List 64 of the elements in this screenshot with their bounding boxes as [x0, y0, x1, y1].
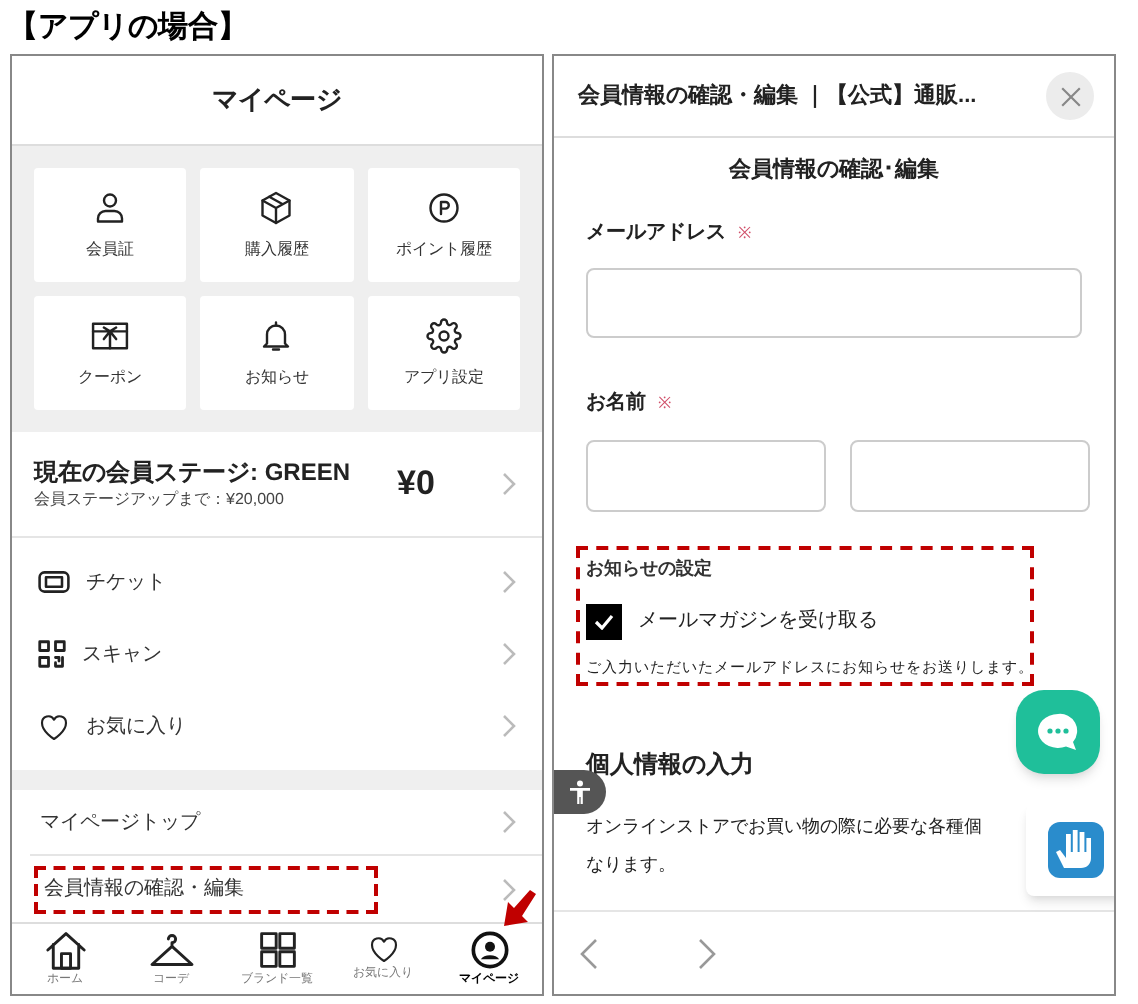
menu-tile[interactable]: クーポン: [34, 296, 187, 410]
menu-link[interactable]: 会員情報の確認・編集: [34, 865, 378, 914]
menu-row[interactable]: スキャン: [12, 618, 542, 690]
field-label: メールアドレス: [586, 220, 726, 248]
accessibility-icon: [568, 780, 592, 804]
chat-button[interactable]: [1016, 690, 1100, 774]
menu-tile[interactable]: お知らせ: [200, 296, 354, 410]
stage-row[interactable]: 現在の会員ステージ: GREEN 会員ステージアップまで：¥20,000 ¥0: [12, 432, 542, 538]
first-name-field[interactable]: [850, 440, 1090, 512]
page-caption: 【アプリの場合】: [8, 10, 248, 44]
bell-icon: [258, 317, 295, 353]
hanger-icon: [147, 929, 195, 969]
coupon-icon: [90, 317, 131, 353]
menu-row[interactable]: チケット: [12, 546, 542, 618]
chat-bubble-icon: [1036, 712, 1080, 752]
chevron-right-icon: [502, 570, 516, 594]
menu-label: お気に入り: [86, 713, 186, 741]
box-icon: [258, 189, 295, 225]
user-icon: [469, 929, 509, 969]
body-text: なります。: [586, 852, 678, 879]
menu-tile[interactable]: 会員証: [34, 168, 187, 282]
point-icon: [425, 189, 462, 225]
stage-title: 現在の会員ステージ: GREEN: [34, 458, 351, 488]
checkbox-label: メールマガジンを受け取る: [638, 607, 878, 636]
hand-badge[interactable]: [1026, 804, 1114, 896]
grid-icon: [257, 929, 297, 969]
stage-subtitle: 会員ステージアップまで：¥20,000: [34, 488, 286, 510]
person-icon: [92, 189, 129, 225]
chevron-right-icon: [502, 810, 516, 835]
menu-tile[interactable]: 購入履歴: [200, 168, 354, 282]
screen-title: マイページ: [212, 82, 342, 119]
menu-tile[interactable]: アプリ設定: [367, 296, 520, 410]
required-mark: ※: [658, 391, 672, 415]
heart-icon: [38, 711, 70, 741]
checkmark-icon: [594, 613, 614, 629]
home-icon: [43, 929, 87, 969]
close-icon: [1059, 85, 1081, 107]
back-button[interactable]: [578, 937, 598, 969]
menu-label: チケット: [86, 569, 166, 597]
forward-button[interactable]: [698, 937, 718, 969]
chevron-right-icon: [502, 877, 516, 902]
point-amount: ¥0: [397, 462, 435, 507]
page-title: 会員情報の確認・編集 ｜【公式】通販...: [578, 81, 977, 112]
email-field[interactable]: [586, 268, 1082, 338]
chevron-right-icon: [502, 714, 516, 738]
menu-label: スキャン: [82, 641, 162, 669]
field-label: お名前: [586, 389, 646, 418]
ticket-icon: [38, 570, 70, 594]
body-text: オンラインストアでお買い物の際に必要な各種個: [586, 813, 984, 840]
gear-icon: [425, 317, 462, 353]
heart-icon: [367, 934, 399, 964]
checkbox[interactable]: [586, 603, 622, 639]
form-heading: 会員情報の確認･編集: [729, 158, 939, 182]
section-label: お知らせの設定: [586, 556, 714, 582]
chevron-right-icon: [502, 472, 516, 496]
required-mark: ※: [738, 221, 752, 245]
close-button[interactable]: [1046, 72, 1094, 120]
last-name-field[interactable]: [586, 440, 826, 512]
menu-link[interactable]: マイページトップ: [34, 798, 200, 847]
pointer-arrow-icon: [498, 888, 538, 928]
menu-tile[interactable]: ポイント履歴: [367, 168, 520, 282]
qr-code-icon: [38, 640, 66, 668]
menu-row[interactable]: お気に入り: [12, 690, 542, 762]
chevron-right-icon: [502, 642, 516, 666]
